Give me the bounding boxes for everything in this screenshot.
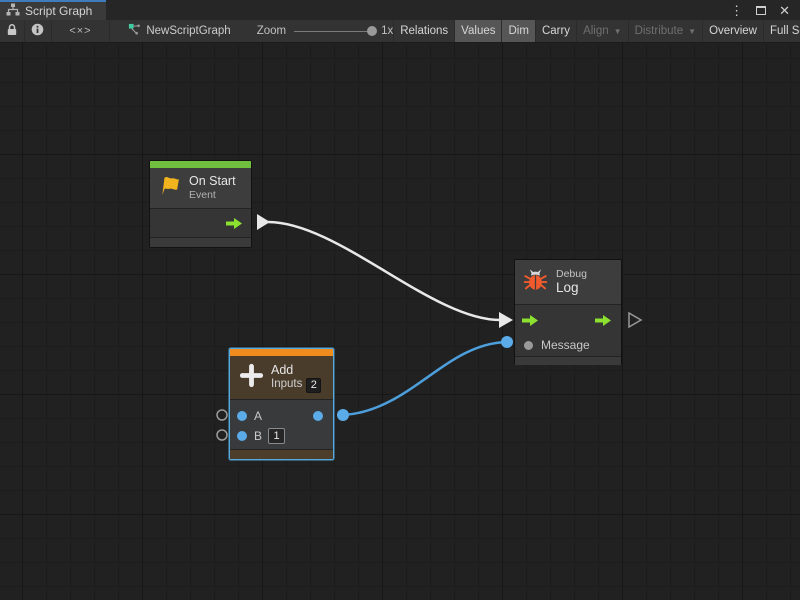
event-colorbar xyxy=(150,161,251,168)
graph-canvas[interactable]: On Start Event xyxy=(0,43,800,600)
trigger-output-port[interactable] xyxy=(594,314,612,327)
maximize-icon[interactable] xyxy=(756,6,766,15)
script-graph-asset-icon xyxy=(128,23,141,39)
script-graph-window: Script Graph ⋮ ✕ xyxy=(0,0,800,600)
on-start-header: On Start Event xyxy=(150,168,251,208)
close-icon[interactable]: ✕ xyxy=(779,4,790,17)
zoom-slider[interactable] xyxy=(294,20,377,43)
inputs-label: Inputs xyxy=(271,378,302,392)
flow-wire[interactable] xyxy=(268,222,500,320)
graph-name-label: NewScriptGraph xyxy=(146,25,230,37)
relations-button[interactable]: Relations xyxy=(393,20,454,43)
math-colorbar xyxy=(230,349,333,356)
full-screen-button[interactable]: Full Screen xyxy=(763,20,800,43)
align-dropdown[interactable]: Align ▼ xyxy=(576,20,628,43)
chevron-down-icon: ▼ xyxy=(688,27,696,36)
debug-log-header: Debug Log xyxy=(515,260,621,304)
chevron-down-icon: ▼ xyxy=(614,27,622,36)
info-button[interactable] xyxy=(25,20,51,43)
trigger-output-port[interactable] xyxy=(225,217,243,230)
value-wire-start-dot xyxy=(337,409,349,421)
carry-button[interactable]: Carry xyxy=(535,20,576,43)
graph-reference[interactable]: NewScriptGraph xyxy=(128,23,230,39)
node-surtitle: Debug xyxy=(556,268,587,281)
trigger-input-port[interactable] xyxy=(521,314,539,327)
distribute-dropdown[interactable]: Distribute ▼ xyxy=(628,20,703,43)
port-b-row: B xyxy=(230,426,333,446)
value-wire-end-dot xyxy=(501,336,513,348)
code-view-button[interactable]: <×> xyxy=(52,20,111,43)
info-icon xyxy=(31,23,44,39)
distribute-label: Distribute xyxy=(635,25,684,37)
align-label: Align xyxy=(583,25,609,37)
lock-icon xyxy=(6,23,18,39)
values-button[interactable]: Values xyxy=(454,20,501,43)
node-footer xyxy=(230,449,333,459)
dim-button[interactable]: Dim xyxy=(501,20,534,43)
on-start-node[interactable]: On Start Event xyxy=(149,160,252,248)
message-port-label: Message xyxy=(541,338,590,352)
unconnected-trigger-triangle[interactable] xyxy=(629,313,641,327)
tab-title: Script Graph xyxy=(25,4,92,18)
node-subtitle: Event xyxy=(189,189,236,202)
node-title: Add xyxy=(271,363,321,378)
node-footer xyxy=(515,356,621,365)
b-input-port[interactable] xyxy=(237,431,247,441)
zoom-value: 1x xyxy=(381,25,393,37)
inputs-count-field[interactable] xyxy=(306,378,321,393)
a-input-port[interactable] xyxy=(237,411,247,421)
unconnected-port-circle-b[interactable] xyxy=(217,430,227,440)
node-title: On Start xyxy=(189,174,236,189)
add-node[interactable]: Add Inputs A B xyxy=(229,348,334,460)
plus-icon xyxy=(238,362,265,394)
value-wire[interactable] xyxy=(343,342,506,415)
message-row: Message xyxy=(515,333,621,357)
result-output-port[interactable] xyxy=(313,411,323,421)
trigger-row xyxy=(515,309,621,333)
code-icon: <×> xyxy=(69,25,91,37)
port-a-row: A xyxy=(230,406,333,426)
flag-icon xyxy=(157,174,183,202)
unconnected-port-circle-a[interactable] xyxy=(217,410,227,420)
flow-wire-end-arrow xyxy=(499,312,513,328)
node-footer xyxy=(150,237,251,247)
titlebar: Script Graph ⋮ ✕ xyxy=(0,0,800,20)
zoom-slider-handle[interactable] xyxy=(367,26,377,36)
a-port-label: A xyxy=(254,409,262,423)
add-header: Add Inputs xyxy=(230,356,333,399)
tab-script-graph[interactable]: Script Graph xyxy=(0,0,106,20)
toolbar-button-row: Relations Values Dim Carry Align ▼ Distr… xyxy=(393,20,800,43)
graph-tab-icon xyxy=(6,3,20,19)
window-controls: ⋮ ✕ xyxy=(730,0,800,20)
message-input-port[interactable] xyxy=(524,341,533,350)
connections-layer xyxy=(0,43,800,600)
zoom-slider-track[interactable] xyxy=(294,31,369,33)
b-port-label: B xyxy=(254,429,262,443)
b-value-field[interactable] xyxy=(268,428,285,444)
debug-log-node[interactable]: Debug Log Message xyxy=(514,259,622,365)
node-title: Log xyxy=(556,280,587,296)
menu-icon[interactable]: ⋮ xyxy=(730,4,743,17)
overview-button[interactable]: Overview xyxy=(702,20,763,43)
bug-icon xyxy=(523,267,548,297)
toolbar: <×> NewScriptGraph Zoom 1x Relations Val… xyxy=(0,20,800,43)
lock-button[interactable] xyxy=(0,20,25,43)
zoom-label: Zoom xyxy=(257,25,286,37)
